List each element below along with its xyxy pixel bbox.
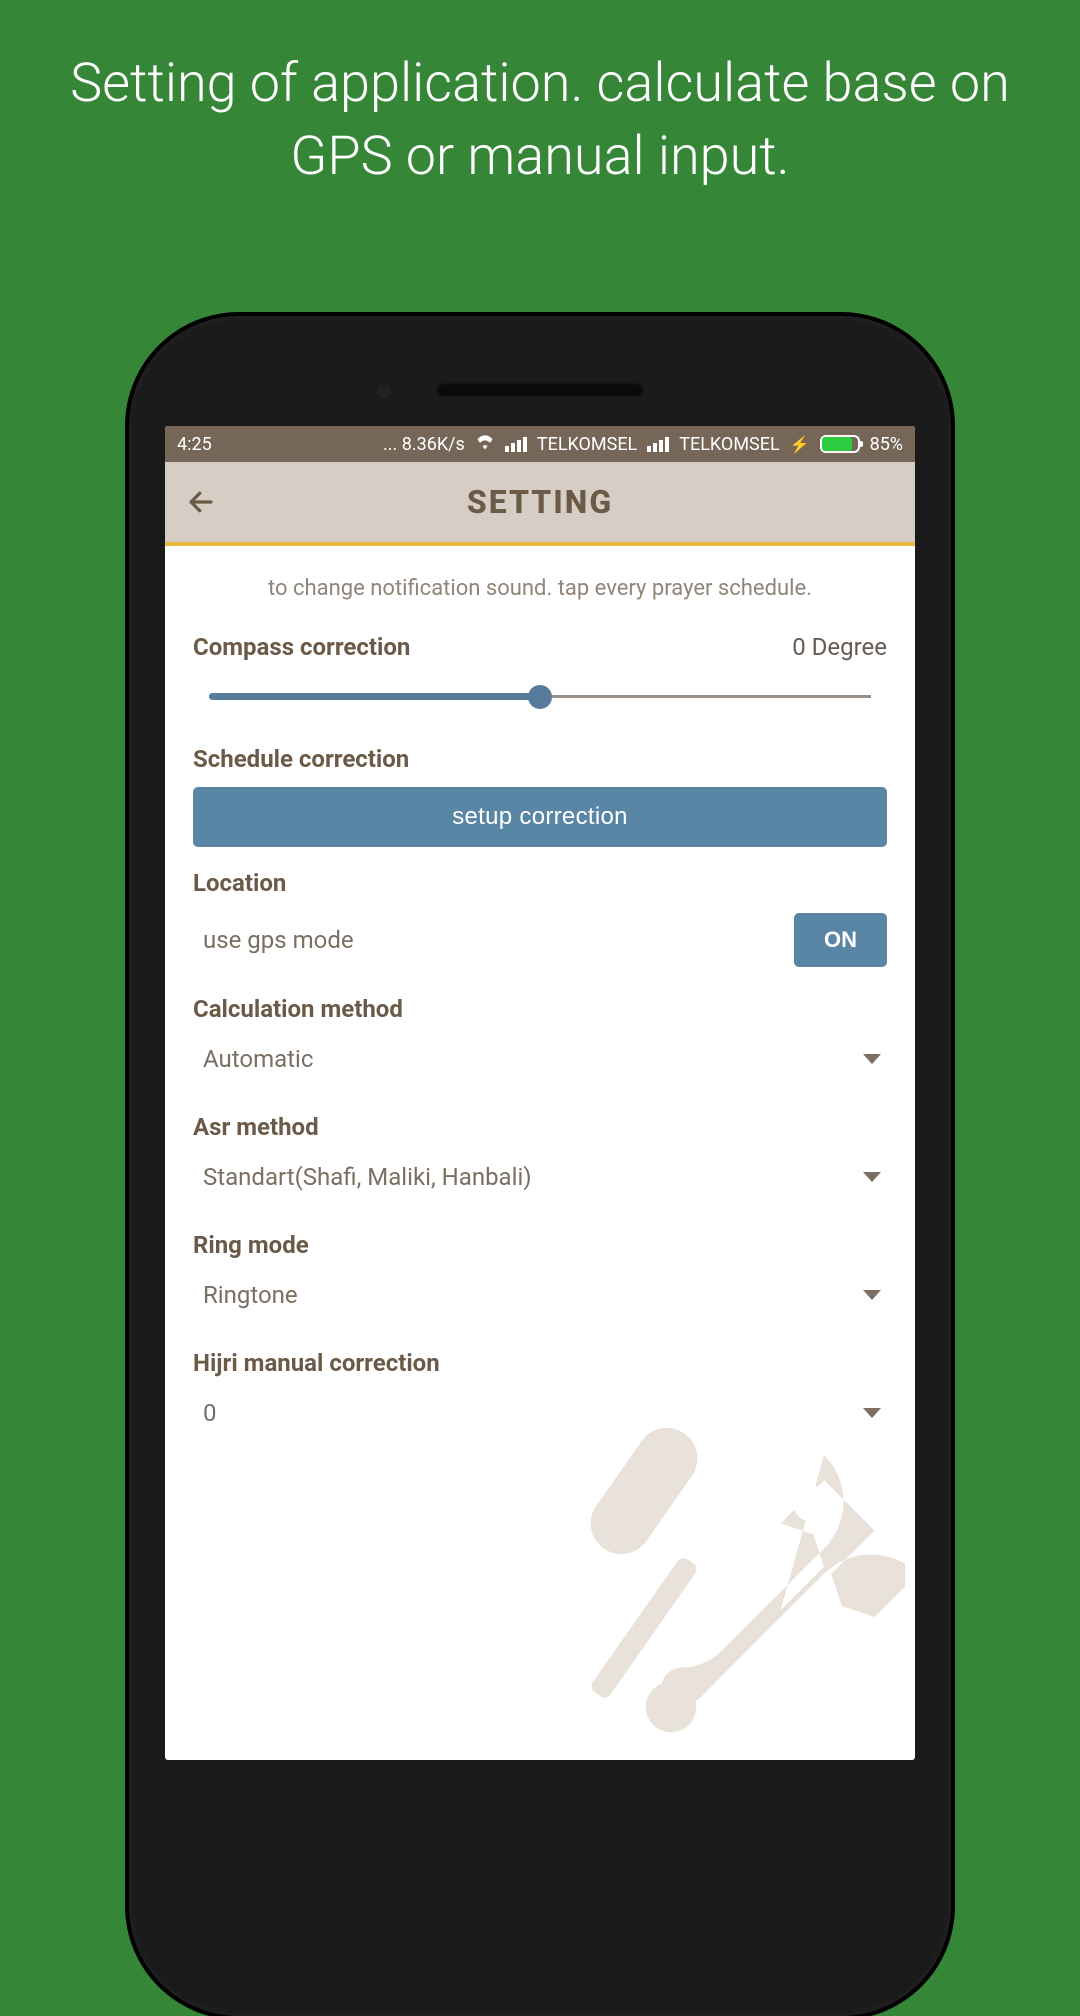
ring-mode-label: Ring mode [193, 1231, 887, 1259]
promo-headline: Setting of application. calculate base o… [0, 0, 1080, 194]
compass-slider[interactable] [209, 673, 871, 721]
phone-speaker [435, 382, 645, 398]
settings-content: to change notification sound. tap every … [165, 546, 915, 1760]
status-carrier-1: TELKOMSEL [537, 434, 637, 455]
gps-mode-label: use gps mode [193, 926, 354, 954]
tools-icon [545, 1410, 905, 1760]
signal-icon-2 [647, 437, 669, 452]
ring-mode-select[interactable]: Ringtone [193, 1273, 887, 1327]
phone-frame: 4:25 ... 8.36K/s TELKOMSEL TELKOMSEL ⚡ 8… [129, 316, 951, 2016]
chevron-down-icon [863, 1054, 881, 1064]
phone-camera [377, 384, 391, 398]
asr-method-select[interactable]: Standart(Shafi, Maliki, Hanbali) [193, 1155, 887, 1209]
status-netspeed: ... 8.36K/s [383, 434, 465, 455]
setup-correction-button[interactable]: setup correction [193, 787, 887, 847]
screen: 4:25 ... 8.36K/s TELKOMSEL TELKOMSEL ⚡ 8… [165, 426, 915, 1760]
chevron-down-icon [863, 1290, 881, 1300]
hijri-label: Hijri manual correction [193, 1349, 887, 1377]
compass-label: Compass correction [193, 633, 410, 661]
app-bar: SETTING [165, 462, 915, 546]
status-time: 4:25 [177, 434, 212, 455]
slider-thumb[interactable] [528, 685, 552, 709]
calc-method-value: Automatic [203, 1045, 313, 1073]
gps-toggle[interactable]: ON [794, 913, 887, 967]
status-bar: 4:25 ... 8.36K/s TELKOMSEL TELKOMSEL ⚡ 8… [165, 426, 915, 462]
asr-method-value: Standart(Shafi, Maliki, Hanbali) [203, 1163, 532, 1191]
calc-method-label: Calculation method [193, 995, 887, 1023]
compass-value: 0 Degree [792, 633, 887, 661]
location-label: Location [193, 869, 887, 897]
asr-method-label: Asr method [193, 1113, 887, 1141]
schedule-label: Schedule correction [193, 745, 887, 773]
hijri-select[interactable]: 0 [193, 1391, 887, 1445]
hijri-value: 0 [203, 1399, 217, 1427]
notification-hint: to change notification sound. tap every … [193, 570, 887, 633]
wifi-icon [475, 434, 495, 455]
back-button[interactable] [165, 462, 237, 542]
ring-mode-value: Ringtone [203, 1281, 298, 1309]
chevron-down-icon [863, 1172, 881, 1182]
chevron-down-icon [863, 1408, 881, 1418]
page-title: SETTING [165, 483, 915, 521]
status-carrier-2: TELKOMSEL [679, 434, 779, 455]
status-battery-pct: 85% [870, 434, 903, 455]
charging-icon: ⚡ [790, 435, 810, 454]
signal-icon-1 [505, 437, 527, 452]
calc-method-select[interactable]: Automatic [193, 1037, 887, 1091]
battery-icon [820, 435, 860, 453]
